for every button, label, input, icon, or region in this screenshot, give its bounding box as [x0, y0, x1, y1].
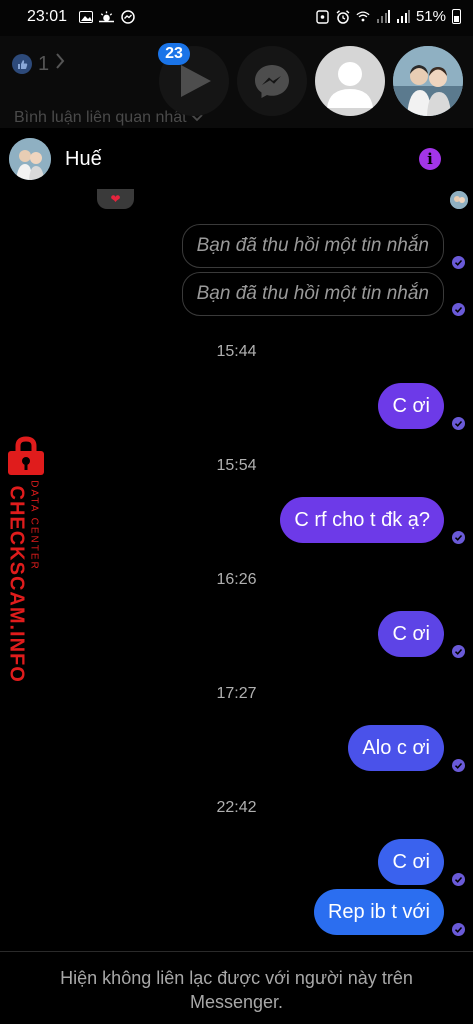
sent-check-icon	[452, 873, 465, 886]
chat-head-contact-photo[interactable]	[393, 46, 463, 116]
message-bubble[interactable]: C ơi	[378, 383, 444, 429]
contact-avatar[interactable]	[9, 138, 51, 180]
heart-reaction[interactable]: ❤	[97, 189, 134, 209]
status-bar: 23:01 51%	[0, 0, 473, 36]
recalled-message[interactable]: Bạn đã thu hồi một tin nhắn	[181, 224, 444, 268]
watermark-subtitle: DATA CENTER	[28, 480, 40, 571]
lock-icon	[316, 9, 330, 24]
contact-name[interactable]: Huế	[65, 148, 102, 171]
chat-head-messenger[interactable]	[237, 46, 307, 116]
thumbs-up-icon	[12, 54, 32, 74]
battery-icon	[452, 9, 461, 24]
unread-badge: 23	[158, 43, 190, 65]
gallery-icon	[78, 9, 93, 24]
chat-head-default-avatar[interactable]	[315, 46, 385, 116]
alarm-icon	[336, 9, 350, 24]
signal-icon	[376, 9, 390, 24]
signal-icon	[396, 9, 410, 24]
default-avatar-icon	[327, 62, 373, 108]
sent-check-icon	[452, 759, 465, 772]
message-bubble[interactable]: C rf cho t đk ạ?	[280, 497, 444, 543]
weather-icon	[99, 9, 114, 24]
timestamp: 17:27	[216, 685, 257, 702]
timestamp: 15:54	[216, 457, 257, 474]
timestamp: 15:44	[216, 343, 257, 360]
info-icon: i	[427, 150, 433, 168]
sent-check-icon	[452, 303, 465, 316]
like-summary: 1	[12, 52, 65, 76]
message-bubble[interactable]: C ơi	[378, 839, 444, 885]
seen-avatar	[450, 191, 468, 209]
sent-check-icon	[452, 645, 465, 658]
notification-icons	[78, 9, 135, 24]
sent-check-icon	[452, 923, 465, 936]
watermark-brand: CHECKSCAM.INFO	[5, 485, 28, 683]
like-count: 1	[38, 52, 50, 75]
contact-photo	[393, 46, 463, 116]
sent-check-icon	[452, 417, 465, 430]
messenger-icon	[255, 65, 289, 98]
wifi-icon	[356, 10, 370, 24]
status-time: 23:01	[27, 8, 68, 25]
battery-percent: 51%	[415, 8, 446, 25]
watermark-lock-icon	[4, 436, 48, 476]
message-bubble[interactable]: Rep ib t với	[313, 889, 444, 935]
message-bubble[interactable]: Alo c ơi	[348, 725, 444, 771]
messenger-icon	[120, 9, 135, 24]
status-right: 51%	[316, 8, 461, 25]
unavailable-notice: Hiện không liên lạc được với người này t…	[60, 968, 413, 1012]
chevron-right-icon	[55, 52, 65, 76]
info-button[interactable]: i	[419, 148, 441, 170]
timestamp: 22:42	[216, 799, 257, 816]
sent-check-icon	[452, 531, 465, 544]
timestamp: 16:26	[216, 571, 257, 588]
recalled-message[interactable]: Bạn đã thu hồi một tin nhắn	[181, 272, 444, 316]
avatar-photo	[9, 138, 51, 180]
sent-check-icon	[452, 256, 465, 269]
message-bubble[interactable]: C ơi	[378, 611, 444, 657]
footer-divider	[0, 951, 473, 952]
